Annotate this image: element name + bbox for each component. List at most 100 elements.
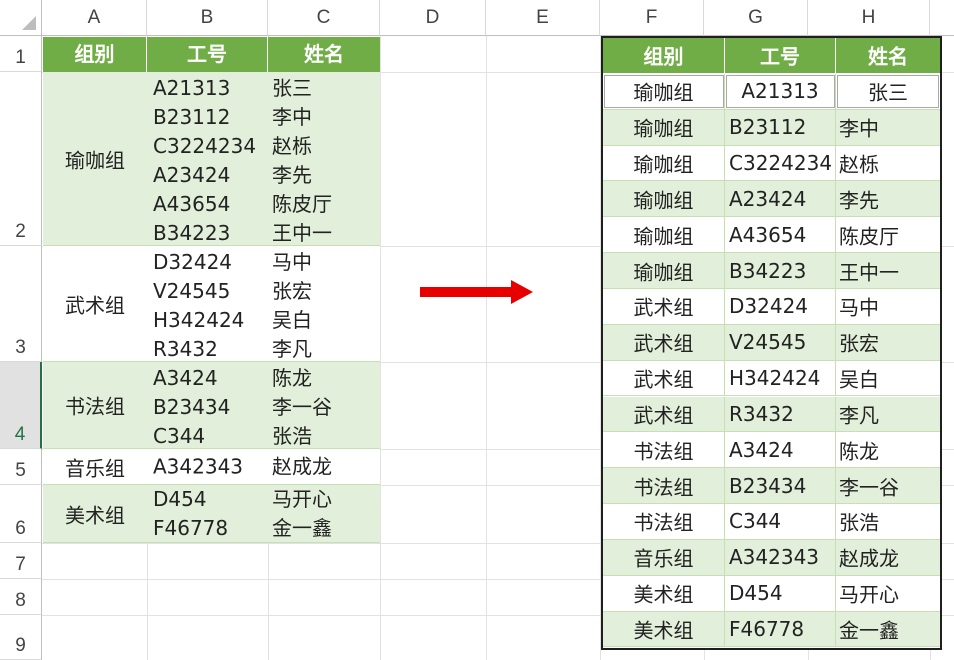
result-name-cell[interactable]: 李一谷 <box>836 468 940 503</box>
result-group-cell[interactable]: 音乐组 <box>603 539 725 575</box>
result-row: 书法组 A3424 陈龙 <box>603 432 940 469</box>
result-header-id[interactable]: 工号 <box>725 38 836 73</box>
group-cell[interactable]: 瑜咖组 <box>43 72 147 246</box>
result-id-cell[interactable]: B23112 <box>725 109 836 145</box>
row-header-1[interactable]: 1 <box>0 36 42 72</box>
name-cell[interactable]: 赵成龙 <box>268 449 380 485</box>
result-id-cell[interactable]: A23424 <box>725 181 836 217</box>
result-name-cell[interactable]: 陈龙 <box>836 432 940 467</box>
result-cell-text: 王中一 <box>839 260 899 285</box>
result-group-cell[interactable]: 美术组 <box>603 611 725 647</box>
result-group-cell[interactable]: 美术组 <box>603 575 725 611</box>
result-id-cell[interactable]: B23434 <box>725 468 836 504</box>
id-cell[interactable]: A21313 B23112 C3224234 A23424 A43654 B34… <box>147 72 268 246</box>
result-name-cell[interactable]: 马中 <box>836 289 940 324</box>
result-cell-text: 书法组 <box>633 439 694 464</box>
result-group-cell[interactable]: 瑜咖组 <box>603 217 725 253</box>
group-cell[interactable]: 书法组 <box>43 362 147 449</box>
result-group-cell[interactable]: 瑜咖组 <box>603 73 725 109</box>
group-cell[interactable]: 音乐组 <box>43 449 147 485</box>
name-cell[interactable]: 马开心 金一鑫 <box>268 485 380 543</box>
row-header-9[interactable]: 9 <box>0 615 42 660</box>
name-text: 陈皮厅 <box>272 192 332 216</box>
result-group-cell[interactable]: 武术组 <box>603 360 725 396</box>
id-cell[interactable]: D32424 V24545 H342424 R3432 <box>147 246 268 362</box>
column-header-b[interactable]: B <box>147 0 268 36</box>
result-id-cell[interactable]: R3432 <box>725 396 836 432</box>
result-name-cell[interactable]: 陈皮厅 <box>836 217 940 252</box>
result-id-cell[interactable]: A43654 <box>725 217 836 253</box>
result-name-cell[interactable]: 李先 <box>836 181 940 216</box>
result-header-name[interactable]: 姓名 <box>836 38 940 73</box>
result-name-cell[interactable]: 金一鑫 <box>836 612 940 647</box>
result-cell-text: 书法组 <box>633 510 694 535</box>
column-header-d[interactable]: D <box>380 0 486 36</box>
result-name-cell[interactable]: 李凡 <box>836 397 940 432</box>
column-header-e[interactable]: E <box>486 0 600 36</box>
result-id-cell[interactable]: H342424 <box>725 360 836 396</box>
name-text: 李一谷 <box>272 395 332 419</box>
column-header-c[interactable]: C <box>268 0 380 36</box>
result-name-cell[interactable]: 吴白 <box>836 361 940 396</box>
result-name-cell[interactable]: 赵成龙 <box>836 540 940 575</box>
result-name-cell[interactable]: 张三 <box>836 74 940 109</box>
result-header-group[interactable]: 组别 <box>603 38 725 73</box>
result-group-cell[interactable]: 武术组 <box>603 324 725 360</box>
result-name-cell[interactable]: 赵栎 <box>836 146 940 181</box>
result-group-cell[interactable]: 武术组 <box>603 396 725 432</box>
result-id-cell[interactable]: B34223 <box>725 253 836 288</box>
column-header-g[interactable]: G <box>704 0 808 36</box>
result-group-cell[interactable]: 武术组 <box>603 288 725 324</box>
result-group-cell[interactable]: 瑜咖组 <box>603 253 725 288</box>
name-cell[interactable]: 张三 李中 赵栎 李先 陈皮厅 王中一 <box>268 72 380 246</box>
result-name-cell[interactable]: 张浩 <box>836 504 940 539</box>
result-group-cell[interactable]: 书法组 <box>603 504 725 539</box>
header-cell-id[interactable]: 工号 <box>147 37 268 72</box>
row-header-4[interactable]: 4 <box>0 362 42 449</box>
result-cell-text: R3432 <box>729 401 794 426</box>
result-cell-text: C3224234 <box>729 150 833 175</box>
result-cell-text: B34223 <box>729 258 807 283</box>
result-cell-text: 赵栎 <box>839 152 879 177</box>
result-name-cell[interactable]: 马开心 <box>836 576 940 611</box>
id-cell[interactable]: D454 F46778 <box>147 485 268 543</box>
column-header-f[interactable]: F <box>600 0 704 36</box>
result-id-cell[interactable]: F46778 <box>725 611 836 647</box>
result-cell-text: B23112 <box>729 115 807 140</box>
result-name-cell[interactable]: 王中一 <box>836 253 940 288</box>
row-number: 1 <box>15 47 26 68</box>
column-header-a[interactable]: A <box>42 0 147 36</box>
name-cell[interactable]: 陈龙 李一谷 张浩 <box>268 362 380 449</box>
column-header-h[interactable]: H <box>808 0 930 36</box>
result-id-cell[interactable]: A342343 <box>725 539 836 575</box>
result-group-cell[interactable]: 瑜咖组 <box>603 109 725 145</box>
id-cell[interactable]: A3424 B23434 C344 <box>147 362 268 449</box>
result-group-cell[interactable]: 书法组 <box>603 432 725 468</box>
row-header-7[interactable]: 7 <box>0 543 42 579</box>
header-cell-group[interactable]: 组别 <box>43 37 147 72</box>
result-group-cell[interactable]: 书法组 <box>603 468 725 504</box>
result-group-cell[interactable]: 瑜咖组 <box>603 145 725 181</box>
result-id-cell[interactable]: C3224234 <box>725 145 836 181</box>
result-id-cell[interactable]: D32424 <box>725 288 836 324</box>
column-header-next[interactable] <box>930 0 954 36</box>
row-header-6[interactable]: 6 <box>0 485 42 543</box>
result-id-cell[interactable]: A3424 <box>725 432 836 468</box>
row-header-2[interactable]: 2 <box>0 72 42 246</box>
row-header-5[interactable]: 5 <box>0 449 42 485</box>
select-all-corner[interactable] <box>0 0 42 36</box>
result-id-cell[interactable]: V24545 <box>725 324 836 360</box>
row-header-3[interactable]: 3 <box>0 246 42 362</box>
result-name-cell[interactable]: 李中 <box>836 110 940 145</box>
result-id-cell[interactable]: D454 <box>725 575 836 611</box>
result-group-cell[interactable]: 瑜咖组 <box>603 181 725 217</box>
row-header-8[interactable]: 8 <box>0 579 42 615</box>
header-cell-name[interactable]: 姓名 <box>268 37 380 72</box>
result-id-cell[interactable]: C344 <box>725 504 836 539</box>
result-name-cell[interactable]: 张宏 <box>836 325 940 360</box>
group-cell[interactable]: 美术组 <box>43 485 147 543</box>
name-cell[interactable]: 马中 张宏 吴白 李凡 <box>268 246 380 362</box>
group-cell[interactable]: 武术组 <box>43 246 147 362</box>
result-id-cell[interactable]: A21313 <box>725 73 836 109</box>
id-cell[interactable]: A342343 <box>147 449 268 485</box>
